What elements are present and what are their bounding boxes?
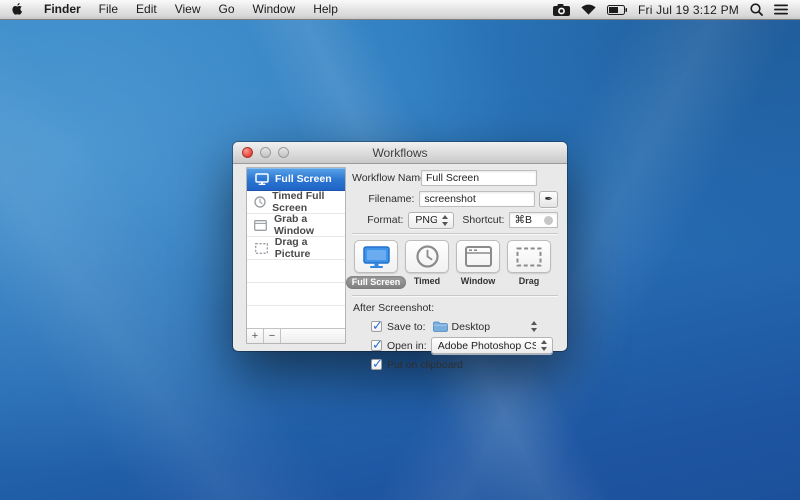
dashed-selection-icon [254,243,269,254]
folder-icon [433,321,448,332]
mode-label: Drag [519,276,540,286]
battery-icon[interactable] [607,5,627,15]
menu-bar-clock[interactable]: Fri Jul 19 3:12 PM [638,3,739,17]
workflow-item-full-screen[interactable]: Full Screen [247,168,345,191]
section-divider [352,295,558,296]
workflow-name-label: Workflow Name: [352,172,416,184]
mode-label: Window [461,276,495,286]
clipboard-label: Put on clipboard [387,359,463,371]
close-button[interactable] [242,147,253,158]
clipboard-row: Put on clipboard [371,357,558,372]
mode-label: Full Screen [346,276,407,289]
workflow-item-drag-a-picture[interactable]: Drag a Picture [247,237,345,260]
clock-icon [254,196,266,208]
workflow-item-grab-a-window[interactable]: Grab a Window [247,214,345,237]
menu-item-edit[interactable]: Edit [127,0,166,20]
apple-icon [12,3,25,17]
window-icon [465,246,492,267]
save-to-checkbox[interactable] [371,321,382,332]
menu-item-view[interactable]: View [166,0,210,20]
filename-label: Filename: [352,193,414,205]
mode-full-screen[interactable]: Full Screen [354,240,398,289]
open-in-row: Open in: Adobe Photoshop CS5 [371,338,558,353]
popup-arrows-icon [441,215,450,226]
menu-item-file[interactable]: File [90,0,127,20]
clear-shortcut-button[interactable] [544,216,553,225]
popup-arrows-icon [540,340,549,351]
open-in-checkbox[interactable] [371,340,382,351]
mode-label: Timed [414,276,440,286]
capture-mode-row: Full Screen Timed [354,240,558,289]
minimize-button[interactable] [260,147,271,158]
camera-icon[interactable] [553,4,570,16]
workflow-list: Full Screen Timed Full Screen [246,167,346,344]
filename-input[interactable] [419,191,535,207]
open-in-label: Open in: [387,340,427,352]
clipboard-checkbox[interactable] [371,359,382,370]
dashed-selection-icon [516,247,542,267]
workflow-item-label: Timed Full Screen [272,190,345,214]
mode-window-button[interactable] [456,240,500,273]
workflows-window: Workflows Full Screen [233,142,567,351]
workflow-item-timed-full-screen[interactable]: Timed Full Screen [247,191,345,214]
format-value: PNG [415,214,437,226]
menu-item-finder[interactable]: Finder [35,0,90,20]
menu-bar: Finder File Edit View Go Window Help Fri… [0,0,800,20]
display-icon [363,246,390,268]
workflow-item-label: Full Screen [275,173,332,185]
wifi-icon[interactable] [581,4,596,15]
shortcut-label: Shortcut: [462,214,504,226]
save-to-row: Save to: Desktop [371,319,558,334]
workflow-item-label: Grab a Window [274,213,345,237]
window-content: Full Screen Timed Full Screen [233,164,567,350]
add-workflow-button[interactable]: + [247,329,264,343]
popup-arrows-icon[interactable] [530,321,539,332]
save-to-label: Save to: [387,321,426,333]
window-title-bar[interactable]: Workflows [233,142,567,164]
list-footer-bar: + − [247,328,345,343]
format-popup[interactable]: PNG [408,212,454,229]
workflow-detail-panel: Workflow Name: Filename: ✒ Format: PNG S… [352,170,558,376]
mode-drag[interactable]: Drag [507,240,551,289]
menu-item-go[interactable]: Go [210,0,244,20]
mode-window[interactable]: Window [456,240,500,289]
after-screenshot-heading: After Screenshot: [353,302,558,314]
open-in-popup[interactable]: Adobe Photoshop CS5 [431,337,553,354]
display-icon [254,173,269,185]
menu-item-help[interactable]: Help [304,0,347,20]
shortcut-value: ⌘B [514,214,544,226]
shortcut-field[interactable]: ⌘B [509,212,558,228]
menu-item-window[interactable]: Window [244,0,305,20]
section-divider [352,233,558,234]
workflow-name-input[interactable] [421,170,537,186]
pen-icon: ✒ [545,194,553,205]
filename-token-button[interactable]: ✒ [539,191,558,208]
open-in-value: Adobe Photoshop CS5 [438,340,536,352]
workflow-item-label: Drag a Picture [275,236,345,260]
spotlight-icon[interactable] [750,3,763,16]
mode-timed-button[interactable] [405,240,449,273]
save-to-value[interactable]: Desktop [452,321,491,333]
zoom-button[interactable] [278,147,289,158]
apple-menu[interactable] [0,3,35,17]
mode-full-screen-button[interactable] [354,240,398,273]
mode-drag-button[interactable] [507,240,551,273]
mode-timed[interactable]: Timed [405,240,449,289]
clock-icon [416,245,439,268]
remove-workflow-button[interactable]: − [264,329,281,343]
format-label: Format: [352,214,403,226]
notification-center-icon[interactable] [774,4,788,15]
window-icon [254,220,268,231]
